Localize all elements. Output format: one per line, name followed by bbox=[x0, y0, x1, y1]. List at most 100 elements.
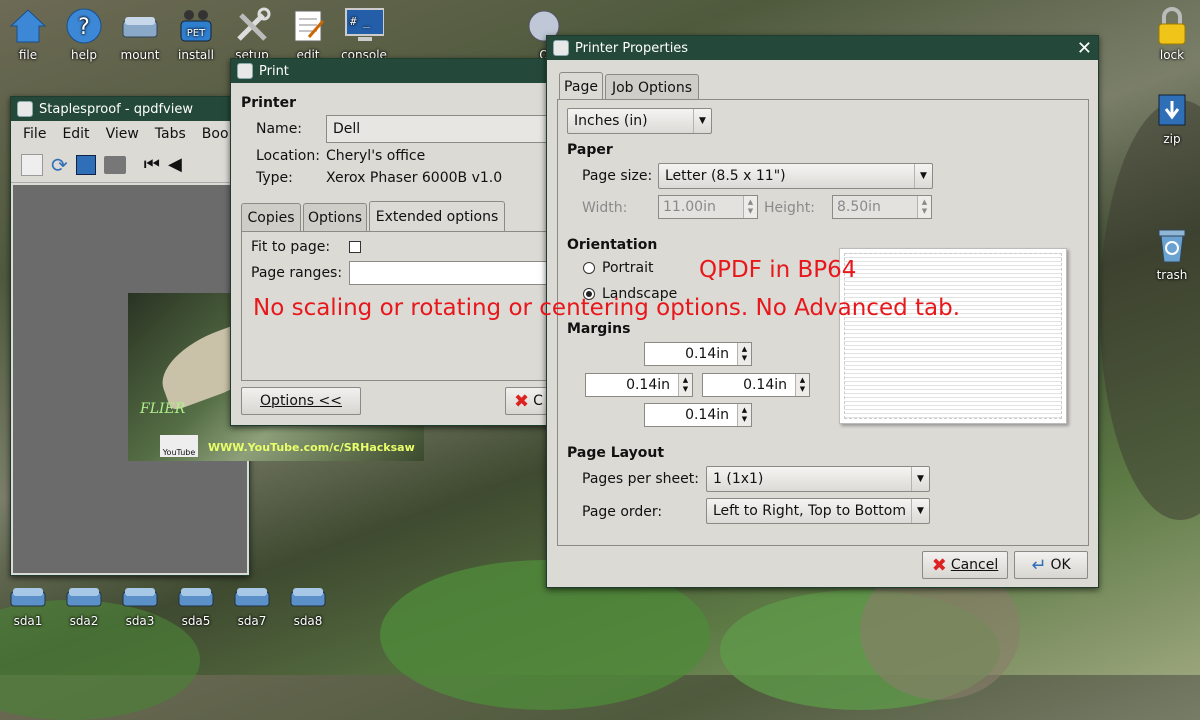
app-icon bbox=[237, 63, 253, 79]
page-size-select[interactable]: Letter (8.5 x 11") ▼ bbox=[658, 163, 933, 189]
name-label: Name: bbox=[256, 121, 303, 137]
spin-arrows-icon[interactable]: ▲ ▼ bbox=[795, 374, 809, 396]
pages-per-sheet-select[interactable]: 1 (1x1) ▼ bbox=[706, 466, 930, 492]
document-area[interactable]: FLIER YouTube WWW.YouTube.com/c/SRHacksa… bbox=[13, 185, 424, 573]
drive-sda8[interactable]: sda8 bbox=[280, 582, 336, 628]
menu-file[interactable]: File bbox=[23, 126, 46, 142]
drive-label: sda3 bbox=[125, 614, 155, 628]
drive-sda7[interactable]: sda7 bbox=[224, 582, 280, 628]
margin-right-spinner[interactable]: 0.14in ▲ ▼ bbox=[702, 373, 810, 397]
new-icon[interactable] bbox=[21, 153, 43, 176]
margin-left-spinner[interactable]: 0.14in ▲ ▼ bbox=[585, 373, 693, 397]
qpdfview-window: Staplesproof - qpdfview File Edit View T… bbox=[10, 96, 424, 576]
tab-page[interactable]: Page bbox=[559, 72, 603, 100]
printer-name-field[interactable]: Dell bbox=[326, 115, 566, 143]
dialog-title: Print bbox=[259, 63, 289, 79]
menu-tabs[interactable]: Tabs bbox=[155, 126, 186, 142]
page-order-select[interactable]: Left to Right, Top to Bottom ▼ bbox=[706, 498, 930, 524]
desktop-icon-help[interactable]: ? help bbox=[56, 6, 112, 62]
app-icon bbox=[17, 101, 33, 117]
portrait-radio[interactable] bbox=[583, 262, 595, 274]
drive-sda1[interactable]: sda1 bbox=[0, 582, 56, 628]
chevron-down-icon: ▼ bbox=[911, 467, 929, 491]
desktop-icon-trash[interactable]: trash bbox=[1144, 226, 1200, 282]
margins-heading: Margins bbox=[567, 321, 631, 337]
units-select[interactable]: Inches (in) ▼ bbox=[567, 108, 712, 134]
properties-titlebar[interactable]: Printer Properties ✕ bbox=[547, 36, 1098, 60]
height-spinner[interactable]: 8.50in ▲ ▼ bbox=[832, 195, 932, 219]
page-layout-heading: Page Layout bbox=[567, 445, 665, 461]
tab-extended-options[interactable]: Extended options bbox=[369, 201, 505, 231]
dialog-title: Printer Properties bbox=[575, 40, 689, 56]
spin-arrows-icon[interactable]: ▲ ▼ bbox=[678, 374, 692, 396]
width-label: Width: bbox=[582, 200, 628, 216]
desktop-icon-install[interactable]: PET install bbox=[168, 6, 224, 62]
drive-icon bbox=[232, 582, 272, 612]
portrait-label: Portrait bbox=[602, 260, 654, 276]
ok-arrow-icon: ↵ bbox=[1031, 554, 1047, 576]
drive-sda2[interactable]: sda2 bbox=[56, 582, 112, 628]
drive-sda3[interactable]: sda3 bbox=[112, 582, 168, 628]
spin-arrows-icon[interactable]: ▲ ▼ bbox=[743, 196, 757, 218]
desktop-icon-console[interactable]: # _ console bbox=[336, 6, 392, 62]
lock-icon bbox=[1152, 6, 1192, 46]
print-icon[interactable] bbox=[103, 155, 126, 174]
thumb-caption: FLIER bbox=[140, 401, 186, 417]
fit-to-page-checkbox[interactable] bbox=[349, 241, 361, 253]
spin-arrows-icon[interactable]: ▲ ▼ bbox=[917, 196, 931, 218]
height-label: Height: bbox=[764, 200, 815, 216]
help-icon: ? bbox=[64, 6, 104, 46]
desktop-icon-mount[interactable]: mount bbox=[112, 6, 168, 62]
drive-icon bbox=[120, 6, 160, 46]
chevron-down-icon: ▼ bbox=[693, 109, 711, 133]
desktop-icon-edit[interactable]: edit bbox=[280, 6, 336, 62]
desktop-icon-label: lock bbox=[1159, 48, 1185, 62]
pet-icon: PET bbox=[176, 6, 216, 46]
cancel-button[interactable]: ✖ Cancel bbox=[922, 551, 1008, 579]
desktop-icon-label: trash bbox=[1156, 268, 1188, 282]
print-titlebar[interactable]: Print bbox=[231, 59, 569, 83]
tab-copies[interactable]: Copies bbox=[241, 203, 301, 231]
prev-page-icon[interactable]: ◀ bbox=[168, 154, 182, 175]
spin-arrows-icon[interactable]: ▲ ▼ bbox=[737, 343, 751, 365]
drive-icon bbox=[64, 582, 104, 612]
desktop-icon-lock[interactable]: lock bbox=[1144, 6, 1200, 62]
paper-heading: Paper bbox=[567, 142, 613, 158]
drive-sda5[interactable]: sda5 bbox=[168, 582, 224, 628]
close-icon[interactable]: ✕ bbox=[1077, 38, 1092, 59]
menu-bookmarks[interactable]: Boo bbox=[202, 126, 229, 142]
desktop-icon-file[interactable]: file bbox=[0, 6, 56, 62]
zip-icon bbox=[1152, 90, 1192, 130]
svg-text:?: ? bbox=[78, 15, 90, 40]
location-value: Cheryl's office bbox=[326, 148, 426, 164]
preview-text-lines bbox=[844, 253, 1062, 419]
tab-job-options[interactable]: Job Options bbox=[605, 74, 699, 100]
desktop-icon-setup[interactable]: setup bbox=[224, 6, 280, 62]
toolbar: ⟳ ⏮ ◀ bbox=[11, 147, 249, 183]
app-icon bbox=[553, 40, 569, 56]
desktop-icon-label: help bbox=[71, 48, 97, 62]
page-ranges-input[interactable] bbox=[349, 261, 571, 285]
menu-view[interactable]: View bbox=[106, 126, 139, 142]
save-icon[interactable] bbox=[75, 154, 96, 175]
desktop-icon-zip[interactable]: zip bbox=[1144, 90, 1200, 146]
drive-icon bbox=[120, 582, 160, 612]
svg-text:# _: # _ bbox=[350, 15, 370, 28]
drive-label: sda1 bbox=[13, 614, 43, 628]
page-size-label: Page size: bbox=[582, 168, 653, 184]
thumb-url: WWW.YouTube.com/c/SRHacksaw bbox=[208, 441, 415, 454]
qpdfview-titlebar[interactable]: Staplesproof - qpdfview bbox=[11, 97, 249, 121]
width-spinner[interactable]: 11.00in ▲ ▼ bbox=[658, 195, 758, 219]
annotation-note: No scaling or rotating or centering opti… bbox=[253, 295, 961, 321]
refresh-icon[interactable]: ⟳ bbox=[51, 153, 68, 177]
menu-edit[interactable]: Edit bbox=[62, 126, 89, 142]
margin-top-spinner[interactable]: 0.14in ▲ ▼ bbox=[644, 342, 752, 366]
tab-options[interactable]: Options bbox=[303, 203, 367, 231]
ok-button[interactable]: ↵ OK bbox=[1014, 551, 1088, 579]
first-page-icon[interactable]: ⏮ bbox=[144, 154, 160, 175]
drive-label: sda5 bbox=[181, 614, 211, 628]
type-label: Type: bbox=[256, 170, 293, 186]
options-toggle-button[interactable]: Options << bbox=[241, 387, 361, 415]
margin-bottom-spinner[interactable]: 0.14in ▲ ▼ bbox=[644, 403, 752, 427]
spin-arrows-icon[interactable]: ▲ ▼ bbox=[737, 404, 751, 426]
